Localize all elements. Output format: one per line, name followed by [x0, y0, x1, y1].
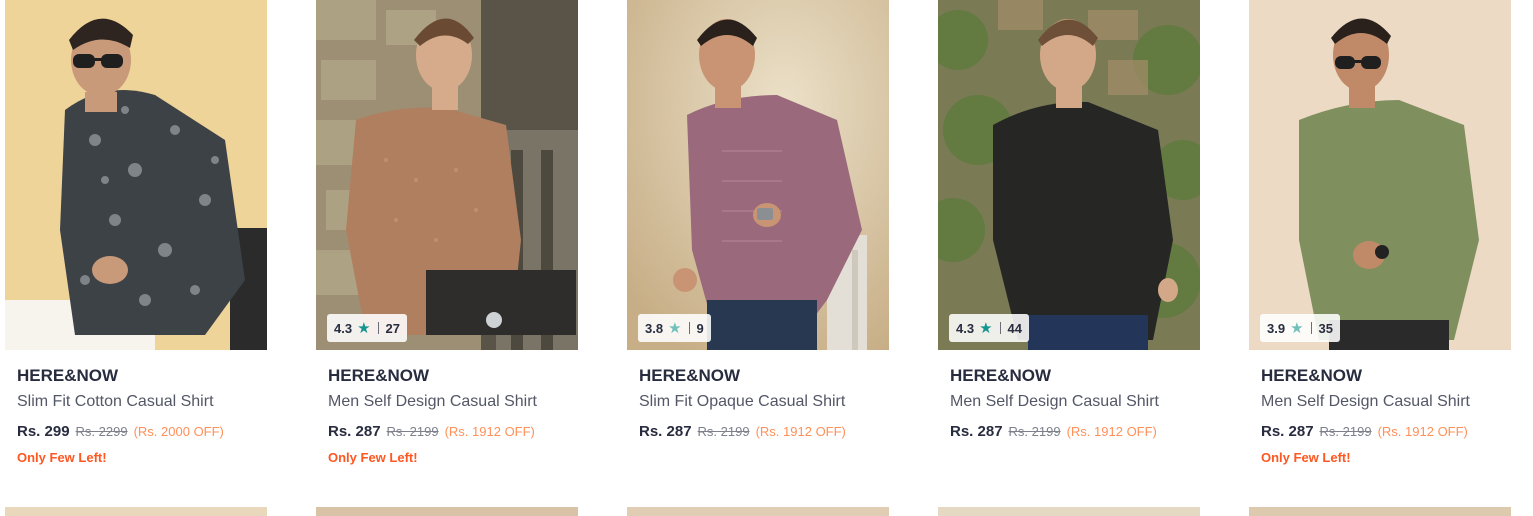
product-price: Rs. 287 — [639, 423, 692, 440]
rating-badge: 4.3 ★ 27 — [327, 314, 407, 342]
product-discount: (Rs. 1912 OFF) — [444, 424, 535, 439]
rating-value: 3.8 — [645, 320, 664, 336]
rating-value: 4.3 — [334, 320, 353, 336]
price-row: Rs. 287 Rs. 2199 (Rs. 1912 OFF) — [328, 423, 566, 441]
product-grid: HERE&NOW Slim Fit Cotton Casual Shirt Rs… — [0, 0, 1533, 516]
star-icon: ★ — [357, 319, 371, 337]
stock-note: Only Few Left! — [1261, 450, 1351, 465]
divider — [688, 322, 690, 334]
product-title[interactable]: Men Self Design Casual Shirt — [1261, 392, 1499, 412]
product-image[interactable] — [5, 0, 267, 350]
rating-count: 27 — [385, 320, 400, 336]
product-card[interactable]: 3.8 ★ 9 HERE&NOW Slim Fit Opaque Casual … — [627, 0, 889, 500]
next-row-image[interactable] — [316, 507, 578, 516]
rating-badge: 3.8 ★ 9 — [638, 314, 711, 342]
divider — [377, 322, 379, 334]
next-row-image[interactable] — [5, 507, 267, 516]
next-row-image[interactable] — [627, 507, 889, 516]
product-brand[interactable]: HERE&NOW — [17, 365, 255, 387]
product-image[interactable]: 3.8 ★ 9 — [627, 0, 889, 350]
product-card[interactable]: HERE&NOW Slim Fit Cotton Casual Shirt Rs… — [5, 0, 267, 500]
rating-badge: 3.9 ★ 35 — [1260, 314, 1340, 342]
product-price: Rs. 287 — [950, 423, 1003, 440]
product-price: Rs. 287 — [1261, 423, 1314, 440]
product-mrp: Rs. 2199 — [1319, 424, 1372, 439]
product-mrp: Rs. 2199 — [697, 424, 750, 439]
product-price: Rs. 299 — [17, 423, 70, 440]
star-icon: ★ — [979, 319, 993, 337]
product-brand[interactable]: HERE&NOW — [328, 365, 566, 387]
rating-value: 4.3 — [956, 320, 975, 336]
product-mrp: Rs. 2299 — [75, 424, 128, 439]
product-card[interactable]: 4.3 ★ 44 HERE&NOW Men Self Design Casual… — [938, 0, 1200, 500]
product-title[interactable]: Men Self Design Casual Shirt — [328, 392, 566, 412]
price-row: Rs. 299 Rs. 2299 (Rs. 2000 OFF) — [17, 423, 255, 441]
product-mrp: Rs. 2199 — [386, 424, 439, 439]
rating-count: 44 — [1007, 320, 1022, 336]
product-discount: (Rs. 1912 OFF) — [1377, 424, 1468, 439]
star-icon: ★ — [1290, 319, 1304, 337]
product-card[interactable]: 4.3 ★ 27 HERE&NOW Men Self Design Casual… — [316, 0, 578, 500]
next-row-image[interactable] — [938, 507, 1200, 516]
stock-note: Only Few Left! — [17, 450, 107, 465]
next-row-image[interactable] — [1249, 507, 1511, 516]
product-title[interactable]: Men Self Design Casual Shirt — [950, 392, 1188, 412]
price-row: Rs. 287 Rs. 2199 (Rs. 1912 OFF) — [950, 423, 1188, 441]
rating-count: 35 — [1318, 320, 1333, 336]
product-discount: (Rs. 1912 OFF) — [1066, 424, 1157, 439]
rating-count: 9 — [696, 320, 704, 336]
star-icon: ★ — [668, 319, 682, 337]
rating-badge: 4.3 ★ 44 — [949, 314, 1029, 342]
product-mrp: Rs. 2199 — [1008, 424, 1061, 439]
product-discount: (Rs. 1912 OFF) — [755, 424, 846, 439]
product-discount: (Rs. 2000 OFF) — [133, 424, 224, 439]
product-brand[interactable]: HERE&NOW — [1261, 365, 1499, 387]
product-card[interactable]: 3.9 ★ 35 HERE&NOW Men Self Design Casual… — [1249, 0, 1511, 500]
product-image[interactable]: 4.3 ★ 27 — [316, 0, 578, 350]
divider — [999, 322, 1001, 334]
product-image[interactable]: 3.9 ★ 35 — [1249, 0, 1511, 350]
product-brand[interactable]: HERE&NOW — [950, 365, 1188, 387]
price-row: Rs. 287 Rs. 2199 (Rs. 1912 OFF) — [1261, 423, 1499, 441]
product-image[interactable]: 4.3 ★ 44 — [938, 0, 1200, 350]
price-row: Rs. 287 Rs. 2199 (Rs. 1912 OFF) — [639, 423, 877, 441]
product-title[interactable]: Slim Fit Cotton Casual Shirt — [17, 392, 255, 412]
rating-value: 3.9 — [1267, 320, 1286, 336]
product-price: Rs. 287 — [328, 423, 381, 440]
divider — [1310, 322, 1312, 334]
stock-note: Only Few Left! — [328, 450, 418, 465]
product-brand[interactable]: HERE&NOW — [639, 365, 877, 387]
product-title[interactable]: Slim Fit Opaque Casual Shirt — [639, 392, 877, 412]
